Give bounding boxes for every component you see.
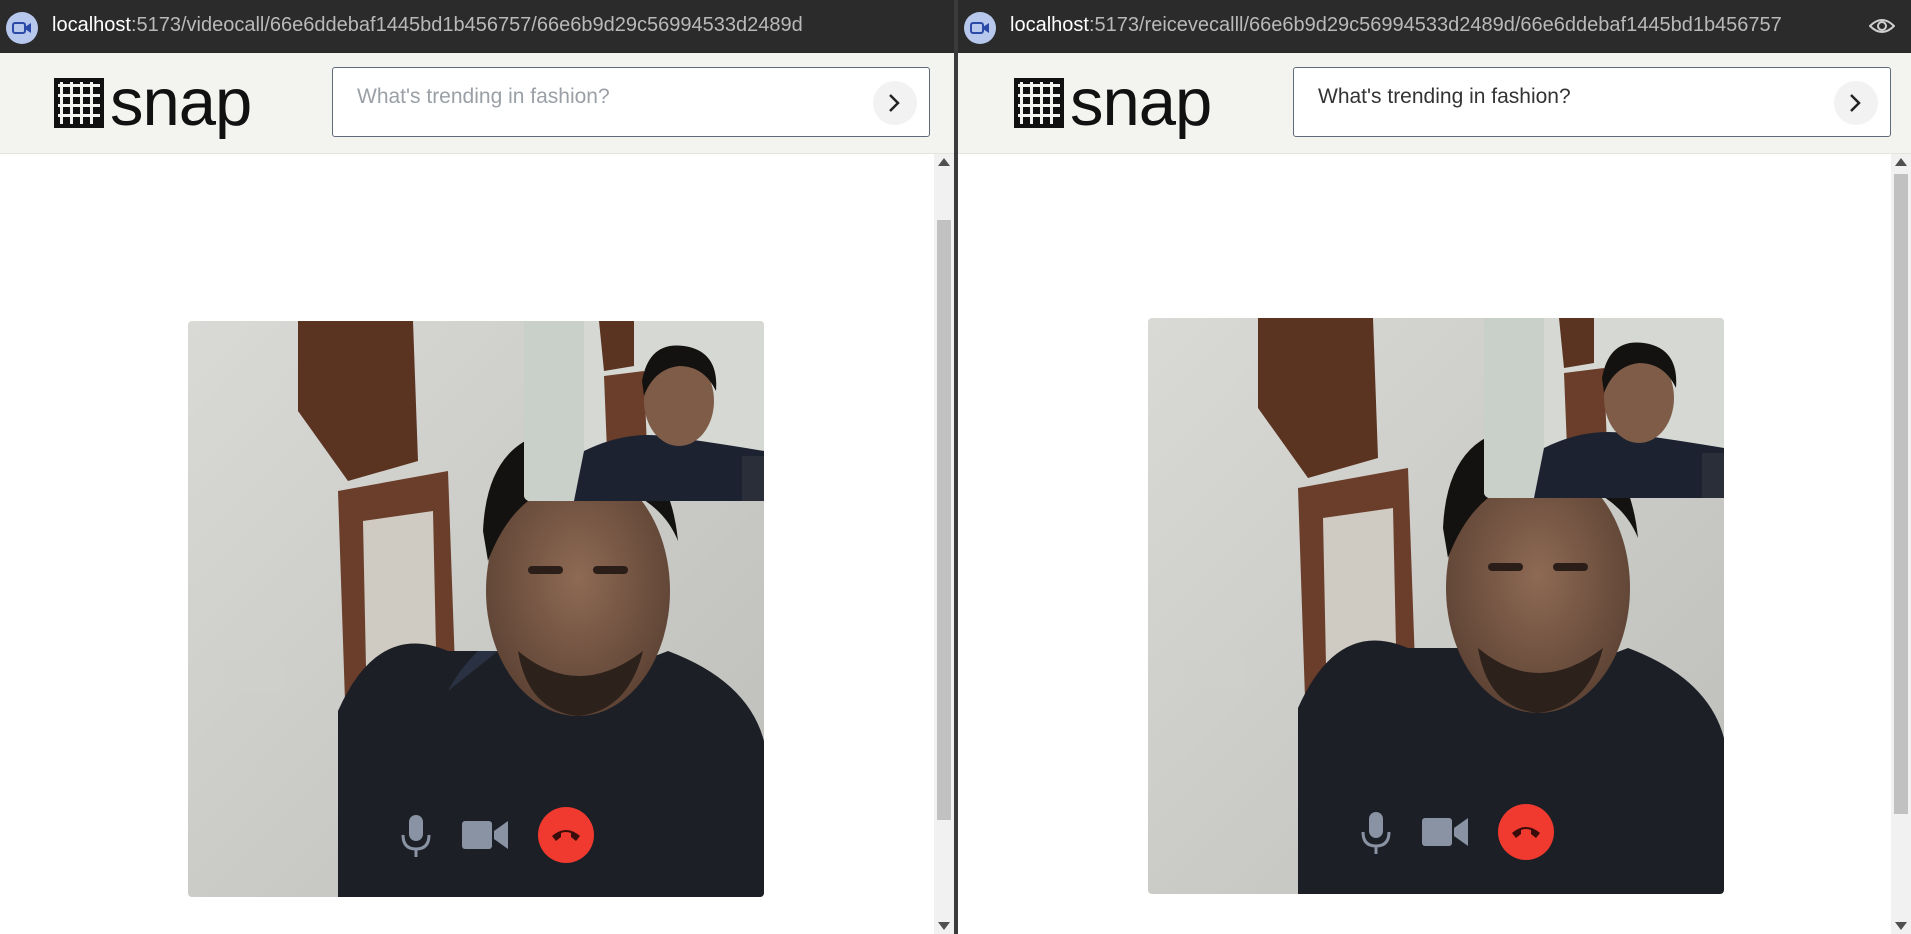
- brand-name: snap: [110, 65, 252, 140]
- scroll-up-arrow[interactable]: [938, 158, 950, 166]
- receiver-window: localhost:5173/reicevecalll/66e6b9d29c56…: [958, 0, 1911, 934]
- brand-logo[interactable]: snap: [1014, 65, 1212, 140]
- microphone-icon: [1361, 812, 1391, 854]
- scroll-up-arrow[interactable]: [1895, 158, 1907, 166]
- search-input[interactable]: What's trending in fashion?: [1318, 85, 1571, 109]
- url-text[interactable]: localhost:5173/reicevecalll/66e6b9d29c56…: [1010, 14, 1782, 37]
- video-call-icon: [964, 12, 996, 44]
- mute-microphone-button[interactable]: [388, 807, 444, 863]
- search-submit-button[interactable]: [873, 81, 917, 125]
- local-video-preview: [524, 321, 764, 501]
- toggle-camera-button[interactable]: [1418, 804, 1474, 860]
- scrollbar-thumb[interactable]: [937, 220, 951, 820]
- toggle-camera-button[interactable]: [458, 807, 514, 863]
- end-call-button[interactable]: [538, 807, 594, 863]
- brand-logo[interactable]: snap: [54, 65, 252, 140]
- eye-icon[interactable]: [1868, 16, 1896, 41]
- scroll-down-arrow[interactable]: [938, 922, 950, 930]
- end-call-icon: [552, 830, 580, 841]
- vertical-scrollbar[interactable]: [934, 154, 954, 934]
- mute-microphone-button[interactable]: [1348, 804, 1404, 860]
- call-area: [0, 154, 954, 934]
- search-bar[interactable]: What's trending in fashion?: [1293, 67, 1891, 137]
- scrollbar-thumb[interactable]: [1894, 174, 1908, 814]
- end-call-icon: [1512, 827, 1540, 838]
- snap-logo-mark: [54, 78, 104, 128]
- search-submit-button[interactable]: [1834, 81, 1878, 125]
- search-input[interactable]: What's trending in fashion?: [357, 85, 610, 109]
- video-call-icon: [6, 12, 38, 44]
- vertical-scrollbar[interactable]: [1891, 154, 1911, 934]
- app-header: snap What's trending in fashion?: [958, 53, 1911, 154]
- caller-window: localhost:5173/videocall/66e6ddebaf1445b…: [0, 0, 954, 934]
- brand-name: snap: [1070, 65, 1212, 140]
- snap-logo-mark: [1014, 78, 1064, 128]
- remote-video: [1148, 318, 1724, 894]
- app-header: snap What's trending in fashion?: [0, 53, 954, 154]
- address-bar[interactable]: localhost:5173/reicevecalll/66e6b9d29c56…: [958, 0, 1911, 53]
- camera-icon: [462, 821, 508, 849]
- camera-icon: [1422, 818, 1468, 846]
- scroll-down-arrow[interactable]: [1895, 922, 1907, 930]
- address-bar[interactable]: localhost:5173/videocall/66e6ddebaf1445b…: [0, 0, 954, 53]
- search-bar[interactable]: What's trending in fashion?: [332, 67, 930, 137]
- remote-video: [188, 321, 764, 897]
- chevron-right-icon: [1850, 94, 1861, 112]
- chevron-right-icon: [889, 94, 900, 112]
- microphone-icon: [401, 815, 431, 857]
- local-video-preview: [1484, 318, 1724, 498]
- call-controls: [1348, 804, 1554, 864]
- end-call-button[interactable]: [1498, 804, 1554, 860]
- call-area: [958, 154, 1911, 934]
- call-controls: [388, 807, 594, 867]
- url-text[interactable]: localhost:5173/videocall/66e6ddebaf1445b…: [52, 14, 803, 37]
